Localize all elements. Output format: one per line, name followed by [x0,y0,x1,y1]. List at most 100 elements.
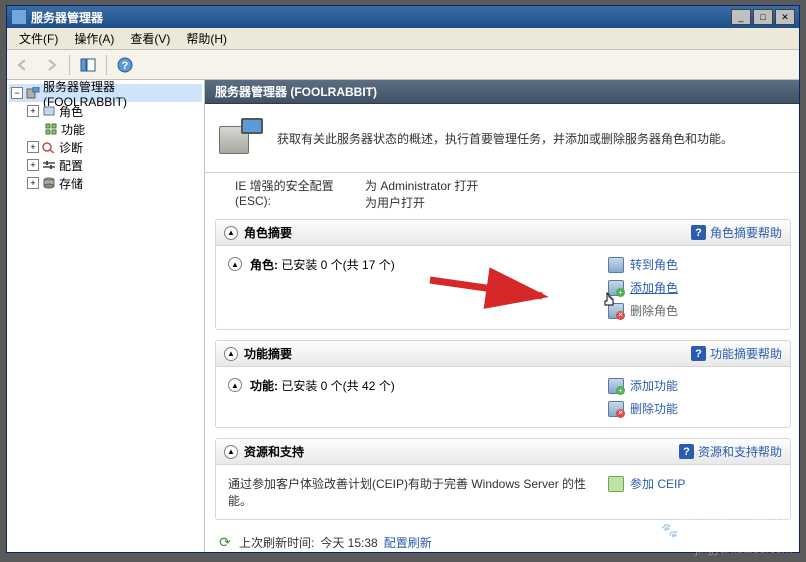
collapse-icon[interactable]: − [11,87,23,99]
arrow-left-icon [16,58,30,72]
tree-item-label: 配置 [59,157,83,174]
snippet-label: IE 增强的安全配置(ESC): [235,177,355,211]
arrow-right-icon [44,58,58,72]
tree-item-label: 功能 [61,121,85,138]
panel-head: ▲ 功能摘要 ? 功能摘要帮助 [216,341,790,367]
panel-left: ▲ 角色: 已安装 0 个(共 17 个) [228,256,608,319]
diag-icon [41,140,57,154]
resources-text: 通过参加客户体验改善计划(CEIP)有助于完善 Windows Server 的… [228,475,608,509]
panel-body: ▲ 功能: 已安装 0 个(共 42 个) 添加功能 [216,367,790,427]
brand-text: Baidu 经验 [681,510,792,542]
roles-status: 已安装 0 个(共 17 个) [281,258,394,272]
link-label: 添加角色 [630,279,678,296]
help-label: 功能摘要帮助 [710,345,782,362]
panel-left: 通过参加客户体验改善计划(CEIP)有助于完善 Windows Server 的… [228,475,608,509]
refresh-icon: ⟳ [217,535,233,551]
tree-item-storage[interactable]: + 存储 [9,174,202,192]
panel-left: ▲ 功能: 已安装 0 个(共 42 个) [228,377,608,417]
help-label: 角色摘要帮助 [710,224,782,241]
link-label: 转到角色 [630,256,678,273]
security-snippet: IE 增强的安全配置(ESC): 为 Administrator 打开 为用户打… [215,175,791,219]
link-remove-role[interactable]: 删除角色 [608,302,778,319]
panel-title: 角色摘要 [244,224,685,241]
link-remove-feature[interactable]: 删除功能 [608,400,778,417]
resources-help-link[interactable]: ? 资源和支持帮助 [679,443,782,460]
panel-body: ▲ 角色: 已安装 0 个(共 17 个) 转到角色 [216,246,790,329]
panel-title: 功能摘要 [244,345,685,362]
server-add-icon [608,280,624,296]
expand-icon[interactable]: + [27,141,39,153]
config-icon [41,158,57,172]
paw-icon: 🐾 [661,522,678,539]
refresh-time: 今天 15:38 [320,534,377,551]
tree-root[interactable]: − 服务器管理器 (FOOLRABBIT) [9,84,202,102]
panel-right: 添加功能 删除功能 [608,377,778,417]
help-icon: ? [691,346,706,361]
link-label: 删除功能 [630,400,678,417]
watermark-url: www.foolrabbit.com [14,533,205,556]
panel-right: 参加 CEIP [608,475,778,509]
roles-help-link[interactable]: ? 角色摘要帮助 [691,224,782,241]
nav-back-button [11,53,35,77]
server-illustration [217,118,263,158]
menu-action[interactable]: 操作(A) [66,28,122,49]
panel-resources: ▲ 资源和支持 ? 资源和支持帮助 通过参加客户体验改善计划(CEIP)有助于完… [215,438,791,520]
collapse-toggle[interactable]: ▲ [228,378,242,392]
server-go-icon [608,257,624,273]
expand-icon[interactable]: + [27,159,39,171]
window-title: 服务器管理器 [31,9,731,26]
features-help-link[interactable]: ? 功能摘要帮助 [691,345,782,362]
tree-panel: − 服务器管理器 (FOOLRABBIT) + 角色 功能 + 诊断 [7,80,205,552]
titlebar: 服务器管理器 _ □ ✕ [7,6,799,28]
banner-text: 获取有关此服务器状态的概述，执行首要管理任务，并添加或删除服务器角色和功能。 [277,130,787,147]
brand-sub: jingyan.baidu.com [661,542,792,556]
storage-icon [41,176,57,190]
content-panel: 服务器管理器 (FOOLRABBIT) 获取有关此服务器状态的概述，执行首要管理… [205,80,799,552]
link-ceip[interactable]: 参加 CEIP [608,475,778,492]
content-title: 服务器管理器 (FOOLRABBIT) [215,83,377,100]
maximize-button[interactable]: □ [753,9,773,25]
tree-item-features[interactable]: 功能 [9,120,202,138]
help-label: 资源和支持帮助 [698,443,782,460]
configure-refresh-link[interactable]: 配置刷新 [384,534,432,551]
nav-forward-button [39,53,63,77]
tree-item-diag[interactable]: + 诊断 [9,138,202,156]
content-header: 服务器管理器 (FOOLRABBIT) [205,80,799,104]
panel-features: ▲ 功能摘要 ? 功能摘要帮助 ▲ 功能: 已安装 0 个(共 42 个) [215,340,791,428]
ceip-icon [608,476,624,492]
tree-item-label: 存储 [59,175,83,192]
toolbar-separator [69,55,70,75]
link-add-feature[interactable]: 添加功能 [608,377,778,394]
help-button[interactable]: ? [113,53,137,77]
panel-icon [80,58,96,72]
menu-view[interactable]: 查看(V) [122,28,178,49]
show-hide-tree-button[interactable] [76,53,100,77]
expand-icon[interactable]: + [27,105,39,117]
link-label: 删除角色 [630,302,678,319]
link-goto-roles[interactable]: 转到角色 [608,256,778,273]
collapse-toggle[interactable]: ▲ [224,347,238,361]
menubar: 文件(F) 操作(A) 查看(V) 帮助(H) [7,28,799,50]
features-subtitle: 功能: [250,379,278,393]
close-button[interactable]: ✕ [775,9,795,25]
content-scroll[interactable]: IE 增强的安全配置(ESC): 为 Administrator 打开 为用户打… [205,173,799,552]
refresh-label: 上次刷新时间: [239,534,314,551]
minimize-button[interactable]: _ [731,9,751,25]
help-icon: ? [691,225,706,240]
collapse-toggle[interactable]: ▲ [228,257,242,271]
server-add-icon [608,378,624,394]
link-add-role[interactable]: 添加角色 [608,279,778,296]
tree-item-config[interactable]: + 配置 [9,156,202,174]
help-icon: ? [117,57,133,73]
help-icon: ? [679,444,694,459]
collapse-toggle[interactable]: ▲ [224,445,238,459]
server-remove-icon [608,303,624,319]
tree-item-label: 诊断 [59,139,83,156]
menu-help[interactable]: 帮助(H) [178,28,235,49]
collapse-toggle[interactable]: ▲ [224,226,238,240]
menu-file[interactable]: 文件(F) [11,28,66,49]
app-window: 服务器管理器 _ □ ✕ 文件(F) 操作(A) 查看(V) 帮助(H) ? [6,5,800,553]
expand-icon[interactable]: + [27,177,39,189]
features-status: 已安装 0 个(共 42 个) [281,379,394,393]
panel-title: 资源和支持 [244,443,673,460]
